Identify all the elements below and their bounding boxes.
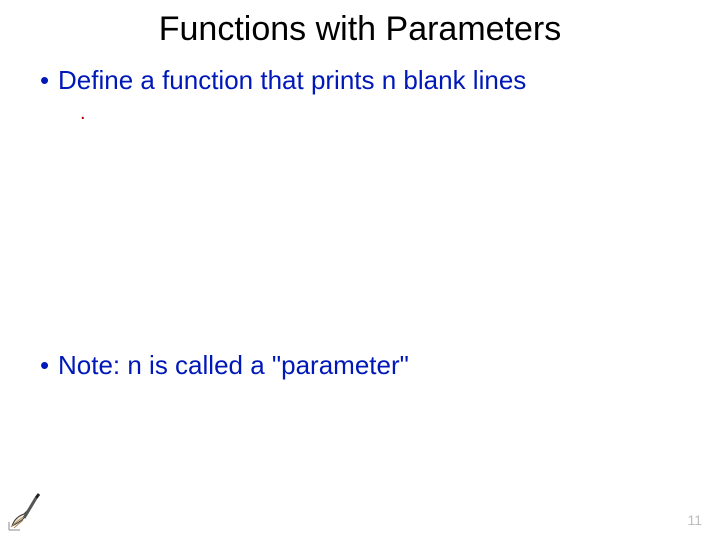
bullet-marker: •	[40, 350, 58, 381]
page-number: 11	[687, 512, 702, 528]
bullet-text: Note: n is called a "parameter"	[58, 350, 409, 380]
slide-title: Functions with Parameters	[0, 10, 720, 49]
sub-bullet-marker: .	[80, 102, 86, 125]
bullet-text: Define a function that prints n blank li…	[58, 65, 526, 95]
bullet-note-parameter: •Note: n is called a "parameter"	[40, 350, 690, 381]
pen-hand-icon	[6, 490, 48, 532]
bullet-marker: •	[40, 65, 58, 96]
slide: Functions with Parameters •Define a func…	[0, 0, 720, 540]
bullet-define-function: •Define a function that prints n blank l…	[40, 65, 690, 96]
